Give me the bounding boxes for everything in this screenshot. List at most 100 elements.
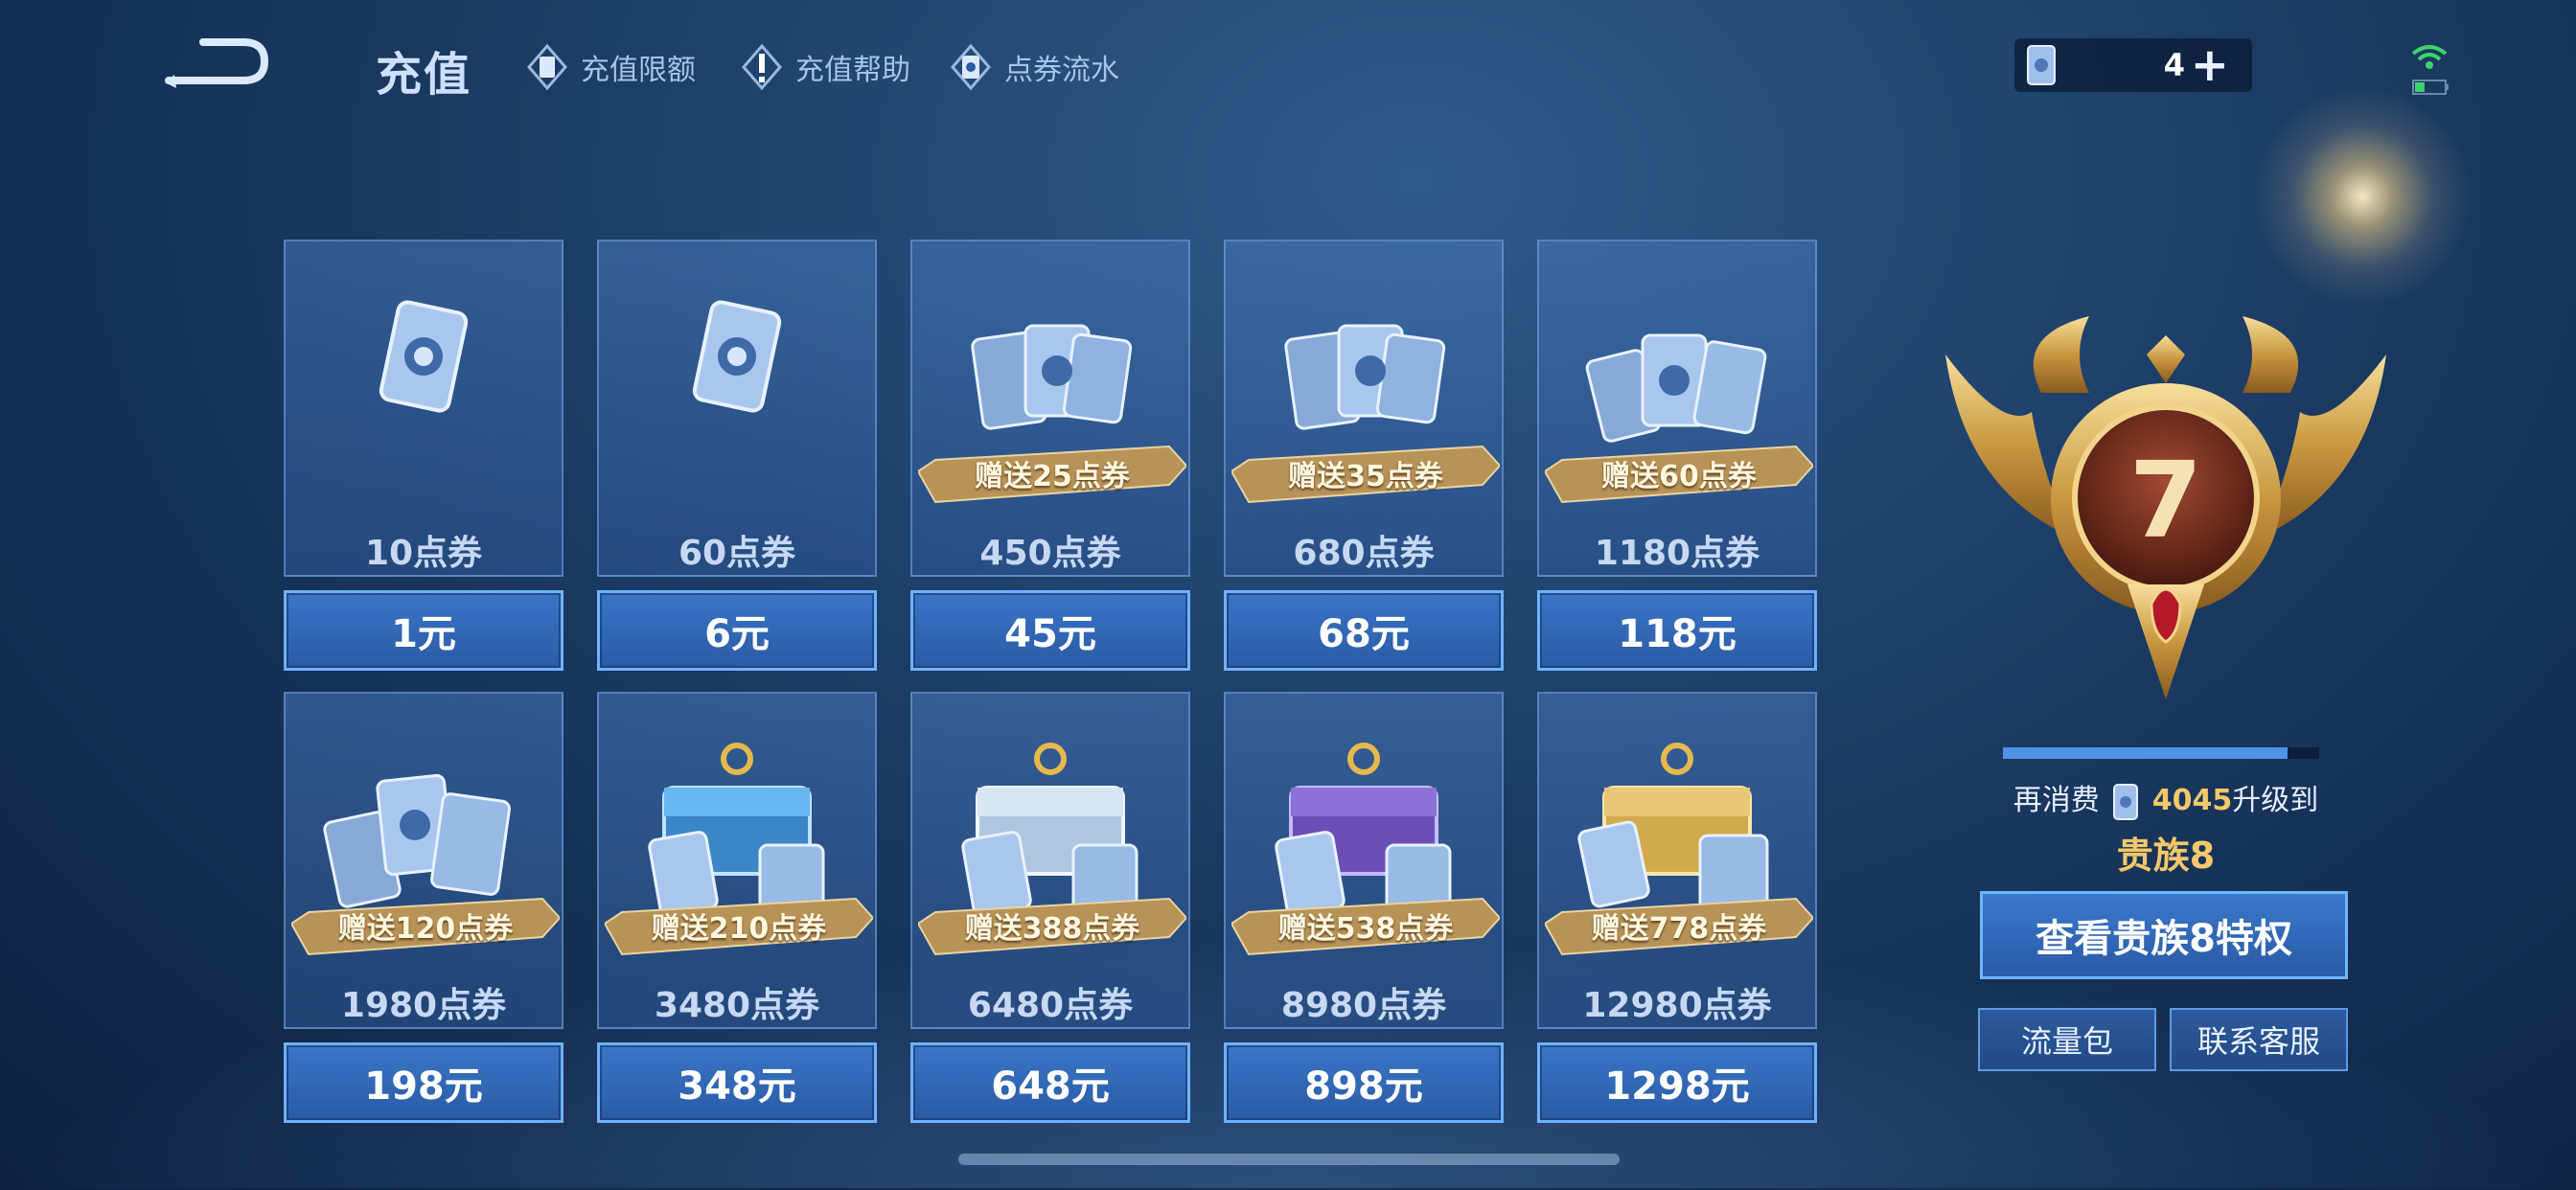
upgrade-hint: 再消费 4045升级到 xyxy=(1974,776,2358,823)
voucher-icon xyxy=(961,743,1138,912)
price-label: 45元 xyxy=(1004,612,1096,656)
voucher-icon xyxy=(323,773,511,908)
voucher-icon xyxy=(1585,333,1767,443)
price-button[interactable]: 118元 xyxy=(1537,590,1817,671)
voucher-icon xyxy=(1284,324,1446,430)
price-button[interactable]: 648元 xyxy=(910,1042,1190,1123)
next-noble-level: 贵族8 xyxy=(2116,835,2216,877)
package-card[interactable]: 赠送388点券 6480点券 648元 xyxy=(910,692,1190,1123)
voucher-icon xyxy=(1577,743,1769,912)
noble-progress-fill xyxy=(2003,747,2288,759)
wifi-icon xyxy=(2411,45,2448,69)
voucher-quantity: 1180点券 xyxy=(1594,534,1760,573)
recharge-help-label: 充值帮助 xyxy=(795,54,910,87)
upgrade-prefix: 再消费 xyxy=(2012,784,2100,817)
view-noble-privileges-button[interactable]: 查看贵族8特权 xyxy=(1980,891,2348,979)
price-button[interactable]: 198元 xyxy=(284,1042,564,1123)
price-button[interactable]: 348元 xyxy=(597,1042,877,1123)
voucher-balance: 4 + xyxy=(2014,38,2252,92)
package-card[interactable]: 60点券 6元 xyxy=(597,240,877,671)
voucher-icon xyxy=(1275,743,1452,912)
voucher-icon xyxy=(2113,783,2139,820)
noble-level-number: 7 xyxy=(2129,439,2203,561)
page-title: 充值 xyxy=(376,48,472,102)
package-card[interactable]: 赠送538点券 8980点券 898元 xyxy=(1224,692,1504,1123)
price-button[interactable]: 68元 xyxy=(1224,590,1504,671)
bonus-ribbon: 赠送538点券 xyxy=(1231,895,1500,964)
bonus-ribbon: 赠送120点券 xyxy=(291,895,560,964)
package-card[interactable]: 赠送210点券 3480点券 348元 xyxy=(597,692,877,1123)
battery-icon xyxy=(2412,80,2449,95)
price-button[interactable]: 898元 xyxy=(1224,1042,1504,1123)
bonus-ribbon: 赠送60点券 xyxy=(1545,443,1813,512)
price-label: 648元 xyxy=(991,1064,1110,1109)
bonus-label: 赠送120点券 xyxy=(337,912,514,946)
bonus-label: 赠送35点券 xyxy=(1288,460,1443,493)
voucher-quantity: 3480点券 xyxy=(654,986,820,1025)
voucher-quantity: 60点券 xyxy=(678,534,796,573)
voucher-icon xyxy=(648,743,825,912)
upgrade-amount: 4045 xyxy=(2151,784,2233,817)
voucher-quantity: 10点券 xyxy=(364,534,483,573)
noble-progress-bar xyxy=(2003,747,2319,759)
bonus-ribbon: 赠送35点券 xyxy=(1231,443,1500,512)
data-pack-button[interactable]: 流量包 xyxy=(1978,1008,2156,1071)
card-icon xyxy=(525,42,569,92)
bonus-ribbon: 赠送25点券 xyxy=(918,443,1186,512)
voucher-quantity: 12980点券 xyxy=(1582,986,1772,1025)
bonus-ribbon: 赠送210点券 xyxy=(605,895,873,964)
package-card[interactable]: 赠送60点券 1180点券 118元 xyxy=(1537,240,1817,671)
package-card[interactable]: 赠送120点券 1980点券 198元 xyxy=(284,692,564,1123)
sparkle-decoration xyxy=(2252,86,2472,307)
bonus-label: 赠送60点券 xyxy=(1601,460,1757,493)
price-button[interactable]: 45元 xyxy=(910,590,1190,671)
voucher-quantity: 8980点券 xyxy=(1280,986,1447,1025)
package-card[interactable]: 赠送25点券 450点券 45元 xyxy=(910,240,1190,671)
bonus-ribbon: 赠送778点券 xyxy=(1545,895,1813,964)
status-indicators xyxy=(2405,38,2453,98)
bonus-label: 赠送538点券 xyxy=(1277,912,1454,946)
upgrade-suffix: 升级到 xyxy=(2232,784,2319,817)
voucher-icon xyxy=(2027,45,2056,85)
voucher-quantity: 1980点券 xyxy=(340,986,507,1025)
price-button[interactable]: 1298元 xyxy=(1537,1042,1817,1123)
recharge-help-link[interactable]: 充值帮助 xyxy=(740,42,910,92)
recharge-limit-link[interactable]: 充值限额 xyxy=(525,42,696,92)
price-label: 348元 xyxy=(678,1064,796,1109)
back-arrow-icon xyxy=(165,38,269,88)
price-label: 198元 xyxy=(364,1064,483,1109)
contact-support-button[interactable]: 联系客服 xyxy=(2170,1008,2348,1071)
voucher-quantity: 6480点券 xyxy=(967,986,1134,1025)
add-voucher-button[interactable]: + xyxy=(2191,38,2229,92)
package-card[interactable]: 赠送778点券 12980点券 1298元 xyxy=(1537,692,1817,1123)
bonus-label: 赠送25点券 xyxy=(975,460,1130,493)
data-pack-label: 流量包 xyxy=(2020,1023,2113,1060)
price-button[interactable]: 6元 xyxy=(597,590,877,671)
price-label: 6元 xyxy=(704,612,770,656)
price-button[interactable]: 1元 xyxy=(284,590,564,671)
exclamation-icon xyxy=(740,42,784,92)
voucher-history-link[interactable]: 点券流水 xyxy=(949,42,1119,92)
view-noble-privileges-label: 查看贵族8特权 xyxy=(2036,917,2292,961)
bonus-label: 赠送778点券 xyxy=(1591,912,1767,946)
voucher-icon xyxy=(949,42,993,92)
package-card[interactable]: 10点券 1元 xyxy=(284,240,564,671)
voucher-icon xyxy=(379,300,469,413)
back-button[interactable] xyxy=(161,29,276,96)
price-label: 1元 xyxy=(391,612,456,656)
contact-support-label: 联系客服 xyxy=(2196,1023,2320,1060)
voucher-icon xyxy=(971,324,1133,430)
voucher-icon xyxy=(692,300,782,413)
price-label: 68元 xyxy=(1318,612,1410,656)
package-card[interactable]: 赠送35点券 680点券 68元 xyxy=(1224,240,1504,671)
voucher-balance-amount: 4 xyxy=(2163,47,2185,83)
price-label: 1298元 xyxy=(1604,1064,1750,1109)
noble-emblem: 7 xyxy=(1926,297,2405,699)
price-label: 898元 xyxy=(1304,1064,1423,1109)
voucher-quantity: 450点券 xyxy=(979,534,1121,573)
price-label: 118元 xyxy=(1618,612,1736,656)
bonus-label: 赠送388点券 xyxy=(964,912,1140,946)
home-indicator[interactable] xyxy=(958,1154,1620,1165)
bonus-ribbon: 赠送388点券 xyxy=(918,895,1186,964)
voucher-quantity: 680点券 xyxy=(1293,534,1435,573)
